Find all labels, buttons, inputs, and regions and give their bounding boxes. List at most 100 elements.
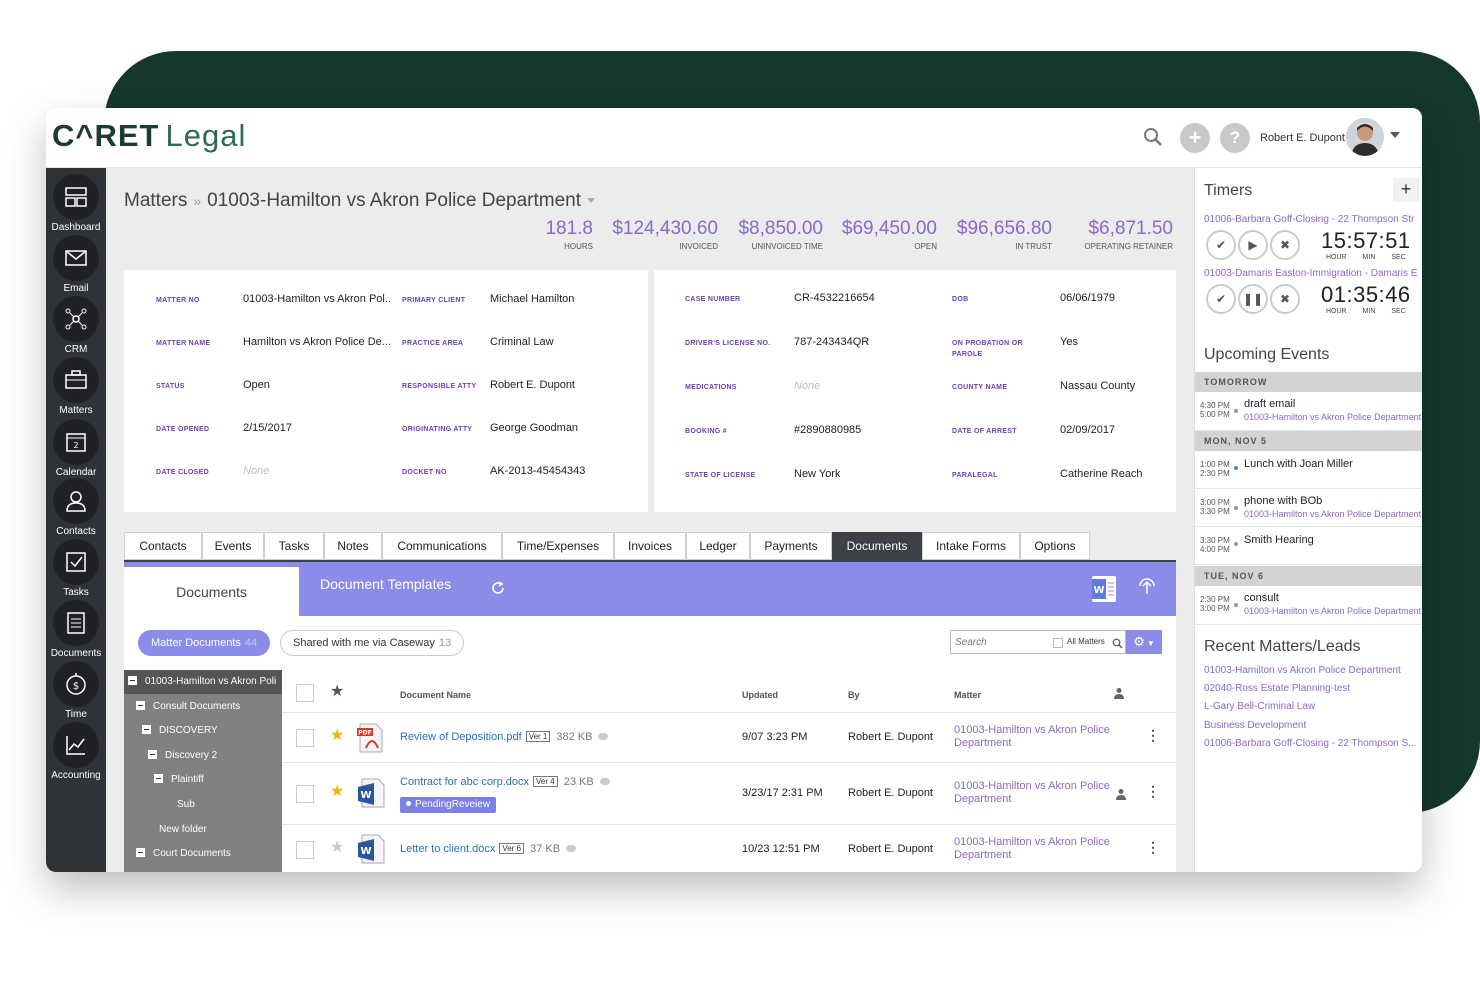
table-row[interactable]: ★ W Contract for abc corp.docx Ver 4 23 KB…: [282, 762, 1176, 824]
event-matter-link[interactable]: 01003-Hamilton vs Akron Police Departmen…: [1244, 509, 1422, 519]
tab-intake-forms[interactable]: Intake Forms: [922, 532, 1020, 560]
add-button[interactable]: +: [1180, 123, 1210, 153]
table-row[interactable]: ★ W Letter to client.docx Ver 6 37 KB 10/2…: [282, 824, 1176, 872]
sidebar-item-tasks[interactable]: Tasks: [46, 539, 106, 599]
select-all-checkbox[interactable]: [296, 684, 314, 702]
event-item[interactable]: 3:00 PM 3:30 PM phone with BOb 01003-Hami…: [1195, 489, 1422, 527]
version-badge[interactable]: Ver 1: [525, 731, 551, 742]
search-icon[interactable]: [1142, 126, 1164, 148]
sidebar-item-matters[interactable]: Matters: [46, 357, 106, 417]
column-header-matter[interactable]: Matter: [954, 690, 981, 700]
matter-link[interactable]: 01003-Hamilton vs Akron Police Departmen…: [954, 724, 1116, 750]
comment-icon[interactable]: [566, 845, 577, 852]
breadcrumb-root[interactable]: Matters: [124, 190, 187, 211]
recent-matter-link[interactable]: Business Development: [1204, 720, 1422, 731]
tree-item[interactable]: Sub: [177, 799, 195, 810]
column-header-updated[interactable]: Updated: [742, 690, 778, 700]
subtab-documents[interactable]: Documents: [124, 567, 299, 618]
matter-link[interactable]: 01003-Hamilton vs Akron Police Departmen…: [954, 836, 1116, 862]
timer-play-button[interactable]: ▶: [1238, 230, 1268, 260]
tab-tasks[interactable]: Tasks: [264, 532, 324, 560]
event-matter-link[interactable]: 01003-Hamilton vs Akron Police Departmen…: [1244, 606, 1422, 616]
word-icon[interactable]: W: [1092, 576, 1116, 602]
collapse-icon[interactable]: [136, 848, 145, 857]
timer-complete-button[interactable]: ✔: [1206, 284, 1236, 314]
timer-matter-link[interactable]: 01003-Damaris Easton-Immigration - Damar…: [1204, 268, 1422, 279]
event-matter-link[interactable]: 01003-Hamilton vs Akron Police Departmen…: [1244, 412, 1422, 422]
subtab-document-templates[interactable]: Document Templates: [320, 576, 451, 592]
search-icon[interactable]: [1112, 636, 1123, 654]
tree-item[interactable]: Court Documents: [136, 848, 231, 859]
sidebar-item-calendar[interactable]: 2 Calendar: [46, 419, 106, 479]
tab-invoices[interactable]: Invoices: [614, 532, 686, 560]
tree-item[interactable]: New folder: [159, 824, 207, 835]
event-item[interactable]: 3:30 PM 4:00 PM Smith Hearing: [1195, 527, 1422, 565]
comment-icon[interactable]: [599, 778, 610, 785]
settings-dropdown-button[interactable]: ⚙ ▼: [1126, 630, 1162, 654]
matter-documents-filter[interactable]: Matter Documents 44: [138, 630, 271, 656]
document-link[interactable]: Review of Deposition.pdf Ver 1 382 KB: [400, 731, 609, 743]
user-menu-caret-icon[interactable]: [1390, 132, 1400, 138]
help-button[interactable]: ?: [1220, 123, 1250, 153]
document-link[interactable]: Contract for abc corp.docx Ver 4 23 KB: [400, 776, 610, 788]
more-icon[interactable]: ⋮: [1146, 839, 1160, 856]
refresh-icon[interactable]: [490, 580, 506, 601]
upload-icon[interactable]: [1136, 576, 1158, 603]
timer-complete-button[interactable]: ✔: [1206, 230, 1236, 260]
collapse-icon[interactable]: [154, 774, 163, 783]
comment-icon[interactable]: [598, 733, 609, 740]
row-checkbox[interactable]: [296, 841, 314, 859]
tab-time-expenses[interactable]: Time/Expenses: [502, 532, 614, 560]
star-icon[interactable]: ★: [330, 837, 344, 857]
recent-matter-link[interactable]: 02040-Ross Estate Planning-test: [1204, 683, 1422, 694]
all-matters-checkbox[interactable]: [1053, 638, 1063, 648]
tab-communications[interactable]: Communications: [382, 532, 502, 560]
tab-contacts[interactable]: Contacts: [124, 532, 202, 560]
timer-cancel-button[interactable]: ✖: [1270, 230, 1300, 260]
sidebar-item-contacts[interactable]: Contacts: [46, 478, 106, 538]
timer-pause-button[interactable]: ❚❚: [1238, 284, 1268, 314]
recent-matter-link[interactable]: 01003-Hamilton vs Akron Police Departmen…: [1204, 665, 1422, 676]
chevron-down-icon[interactable]: [587, 198, 596, 204]
collapse-icon[interactable]: [142, 725, 151, 734]
event-item[interactable]: 2:30 PM 3:00 PM consult 01003-Hamilton vs…: [1195, 586, 1422, 625]
event-item[interactable]: 4:30 PM 5:00 PM draft email 01003-Hamilto…: [1195, 392, 1422, 431]
tree-item[interactable]: 01003-Hamilton vs Akron Poli: [128, 676, 282, 687]
sidebar-item-time[interactable]: $ Time: [46, 661, 106, 721]
collapse-icon[interactable]: [128, 676, 137, 685]
search-input[interactable]: [955, 634, 1051, 650]
sidebar-item-dashboard[interactable]: Dashboard: [46, 174, 106, 234]
star-icon[interactable]: ★: [330, 725, 344, 745]
collapse-icon[interactable]: [148, 750, 157, 759]
version-badge[interactable]: Ver 6: [499, 843, 525, 854]
tree-item[interactable]: Discovery 2: [148, 750, 217, 761]
table-row[interactable]: ★ PDF Review of Deposition.pdf Ver 1 382 K…: [282, 712, 1176, 762]
tab-notes[interactable]: Notes: [324, 532, 382, 560]
sidebar-item-documents[interactable]: Documents: [46, 600, 106, 660]
tab-documents[interactable]: Documents: [832, 532, 922, 560]
tree-item[interactable]: Plaintiff: [154, 774, 204, 785]
timer-matter-link[interactable]: 01006-Barbara Goff-Closing - 22 Thompson…: [1204, 214, 1422, 225]
tab-events[interactable]: Events: [202, 532, 264, 560]
tree-item[interactable]: DISCOVERY: [142, 725, 218, 736]
tree-item[interactable]: Consult Documents: [136, 701, 240, 712]
recent-matter-link[interactable]: L-Gary Bell-Criminal Law: [1204, 701, 1422, 712]
row-checkbox[interactable]: [296, 785, 314, 803]
collapse-icon[interactable]: [136, 701, 145, 710]
sidebar-item-accounting[interactable]: Accounting: [46, 722, 106, 782]
version-badge[interactable]: Ver 4: [533, 776, 558, 787]
sidebar-item-email[interactable]: Email: [46, 235, 106, 295]
matter-link[interactable]: 01003-Hamilton vs Akron Police Departmen…: [954, 780, 1116, 806]
avatar[interactable]: [1346, 118, 1384, 156]
column-header-by[interactable]: By: [848, 690, 860, 700]
tab-options[interactable]: Options: [1020, 532, 1090, 560]
column-header-name[interactable]: Document Name: [400, 690, 471, 700]
star-icon[interactable]: ★: [330, 781, 344, 801]
user-name[interactable]: Robert E. Dupont: [1260, 132, 1345, 144]
tab-payments[interactable]: Payments: [750, 532, 832, 560]
add-timer-button[interactable]: +: [1393, 178, 1419, 202]
recent-matter-link[interactable]: 01006-Barbara Goff-Closing - 22 Thompson…: [1204, 738, 1422, 749]
more-icon[interactable]: ⋮: [1146, 783, 1160, 800]
logo[interactable]: C^RET Legal: [52, 118, 246, 154]
event-item[interactable]: 1:00 PM 2:30 PM Lunch with Joan Miller: [1195, 451, 1422, 489]
